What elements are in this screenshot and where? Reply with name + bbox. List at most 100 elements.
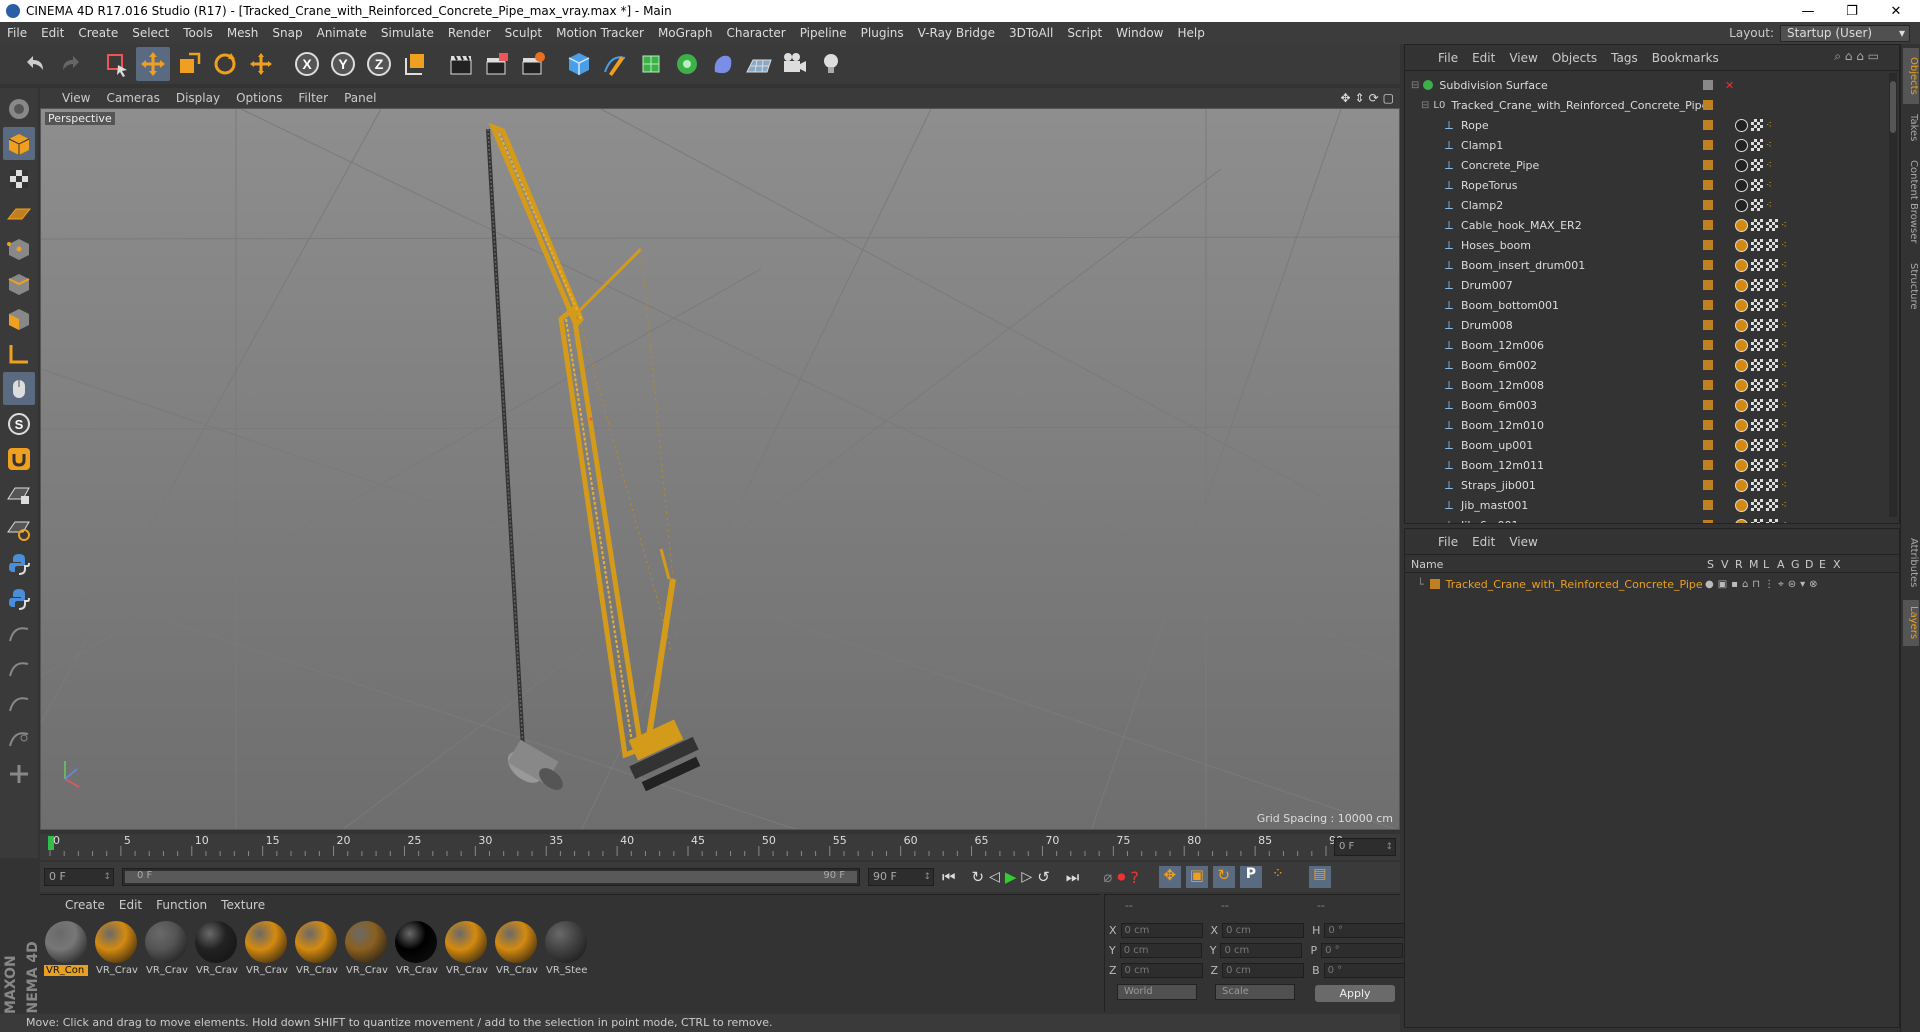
texture-tag-icon[interactable]	[1751, 139, 1763, 151]
tab-structure[interactable]: Structure	[1903, 256, 1919, 316]
close-button[interactable]: ✕	[1874, 0, 1918, 22]
autokey-icon[interactable]: ?	[1130, 868, 1139, 887]
uvw-tag-icon[interactable]: ⁖	[1766, 160, 1772, 171]
material-tag-icon[interactable]	[1735, 518, 1748, 523]
position-x-field[interactable]: 0 cm	[1120, 922, 1203, 938]
material-menu-create[interactable]: Create	[58, 898, 112, 912]
disabled-x-icon[interactable]: ✕	[1725, 79, 1734, 92]
layer-swatch[interactable]	[1703, 260, 1713, 270]
workplane-snap-button[interactable]	[3, 512, 35, 545]
material-tag-icon[interactable]	[1735, 438, 1748, 452]
uvw-tag-icon[interactable]: ⁖	[1781, 500, 1787, 511]
end-frame-field[interactable]: 90 F	[868, 868, 934, 886]
tool-button-2[interactable]	[3, 652, 35, 685]
loop-back-icon[interactable]: ↻	[972, 868, 985, 886]
menu-character[interactable]: Character	[719, 22, 792, 44]
uvw-tag-icon[interactable]: ⁖	[1781, 300, 1787, 311]
material-tag-icon[interactable]	[1735, 418, 1748, 432]
menu-mesh[interactable]: Mesh	[220, 22, 266, 44]
texture-tag-icon[interactable]	[1766, 439, 1778, 451]
material-label[interactable]: VR_Crav	[144, 965, 188, 976]
object-row[interactable]: ⟂ Jib_6m001 ⁖	[1405, 515, 1883, 523]
layer-col-header[interactable]: S	[1707, 558, 1714, 571]
menu-simulate[interactable]: Simulate	[374, 22, 441, 44]
layer-color-swatch[interactable]	[1429, 579, 1440, 589]
step-back-icon[interactable]: ◁	[989, 869, 1000, 885]
move-tool-button[interactable]	[136, 47, 170, 81]
menu-snap[interactable]: Snap	[265, 22, 309, 44]
points-mode-button[interactable]	[3, 232, 35, 265]
material-label[interactable]: VR_Con	[44, 965, 88, 976]
layer-swatch[interactable]	[1703, 200, 1713, 210]
material-tag-icon[interactable]	[1735, 398, 1748, 412]
play-icon[interactable]: ▶	[1005, 868, 1017, 886]
material-tag-icon[interactable]	[1735, 318, 1748, 332]
material-tag-icon[interactable]	[1735, 378, 1748, 392]
texture-tag-icon[interactable]	[1751, 339, 1763, 351]
texture-tag-icon[interactable]	[1751, 359, 1763, 371]
tool-button-5[interactable]	[3, 757, 35, 790]
rotation-h-field[interactable]: 0 °	[1324, 922, 1407, 938]
record-key-icon[interactable]: ⏺	[1117, 867, 1125, 887]
texture-tag-icon[interactable]	[1766, 299, 1778, 311]
timeline-layout-icon[interactable]: ▤	[1308, 866, 1331, 888]
uvw-tag-icon[interactable]: ⁖	[1766, 180, 1772, 191]
object-row[interactable]: ⟂ Clamp2 ⁖	[1405, 195, 1883, 215]
texture-tag-icon[interactable]	[1751, 319, 1763, 331]
key-scale-icon[interactable]: ▣	[1185, 866, 1208, 888]
uvw-tag-icon[interactable]: ⁖	[1781, 460, 1787, 471]
object-row[interactable]: ⟂ Drum008 ⁖	[1405, 315, 1883, 335]
material-tag-icon[interactable]	[1735, 118, 1748, 132]
keyframe-selection-icon[interactable]: ⌀	[1103, 868, 1112, 886]
material-label[interactable]: VR_Crav	[294, 965, 338, 976]
object-row[interactable]: ⟂ Boom_6m002 ⁖	[1405, 355, 1883, 375]
python-script-button-1[interactable]	[3, 547, 35, 580]
edges-mode-button[interactable]	[3, 267, 35, 300]
texture-tag-icon[interactable]	[1766, 379, 1778, 391]
material-preview-ball[interactable]	[245, 921, 287, 963]
material-tag-icon[interactable]	[1735, 498, 1748, 512]
viewport-menu-display[interactable]: Display	[168, 91, 228, 105]
material-tag-icon[interactable]	[1735, 178, 1748, 192]
layer-col-header[interactable]: R	[1735, 558, 1743, 571]
rotation-p-field[interactable]: 0 °	[1321, 942, 1404, 958]
viewport-menu-view[interactable]: View	[54, 91, 98, 105]
layer-swatch[interactable]	[1703, 420, 1713, 430]
pen-spline-button[interactable]	[598, 47, 632, 81]
start-frame-field[interactable]: 0 F	[44, 868, 114, 886]
floor-button[interactable]	[742, 47, 776, 81]
maximize-view-icon[interactable]: ▢	[1383, 91, 1394, 105]
menu-help[interactable]: Help	[1170, 22, 1211, 44]
menu-script[interactable]: Script	[1060, 22, 1109, 44]
key-parameter-icon[interactable]: P	[1239, 866, 1262, 888]
texture-tag-icon[interactable]	[1766, 279, 1778, 291]
layer-swatch[interactable]	[1703, 180, 1713, 190]
layer-name[interactable]: Tracked_Crane_with_Reinforced_Concrete_P…	[1446, 578, 1703, 591]
material-menu-edit[interactable]: Edit	[112, 898, 149, 912]
texture-tag-icon[interactable]	[1751, 419, 1763, 431]
texture-tag-icon[interactable]	[1751, 219, 1763, 231]
object-scrollbar[interactable]	[1889, 73, 1897, 517]
texture-tag-icon[interactable]	[1766, 359, 1778, 371]
layer-swatch[interactable]	[1703, 440, 1713, 450]
workplane-mode-button[interactable]	[3, 197, 35, 230]
material-label[interactable]: VR_Crav	[94, 965, 138, 976]
material-tag-icon[interactable]	[1735, 358, 1748, 372]
layout-dropdown[interactable]: Startup (User)	[1780, 24, 1910, 42]
object-row[interactable]: ⟂ RopeTorus ⁖	[1405, 175, 1883, 195]
world-dropdown[interactable]: World	[1117, 984, 1197, 1000]
layer-col-header[interactable]: L	[1763, 558, 1769, 571]
material-item[interactable]: VR_Crav	[294, 921, 338, 976]
material-tag-icon[interactable]	[1735, 338, 1748, 352]
viewport-menu-options[interactable]: Options	[228, 91, 290, 105]
texture-tag-icon[interactable]	[1766, 399, 1778, 411]
texture-tag-icon[interactable]	[1751, 499, 1763, 511]
uvw-tag-icon[interactable]: ⁖	[1781, 400, 1787, 411]
material-label[interactable]: VR_Crav	[344, 965, 388, 976]
uvw-tag-icon[interactable]: ⁖	[1781, 480, 1787, 491]
viewport-menu-cameras[interactable]: Cameras	[98, 91, 167, 105]
tool-button-4[interactable]	[3, 722, 35, 755]
layer-swatch[interactable]	[1703, 160, 1713, 170]
material-tag-icon[interactable]	[1735, 278, 1748, 292]
move-view-icon[interactable]: ✥	[1340, 91, 1350, 105]
